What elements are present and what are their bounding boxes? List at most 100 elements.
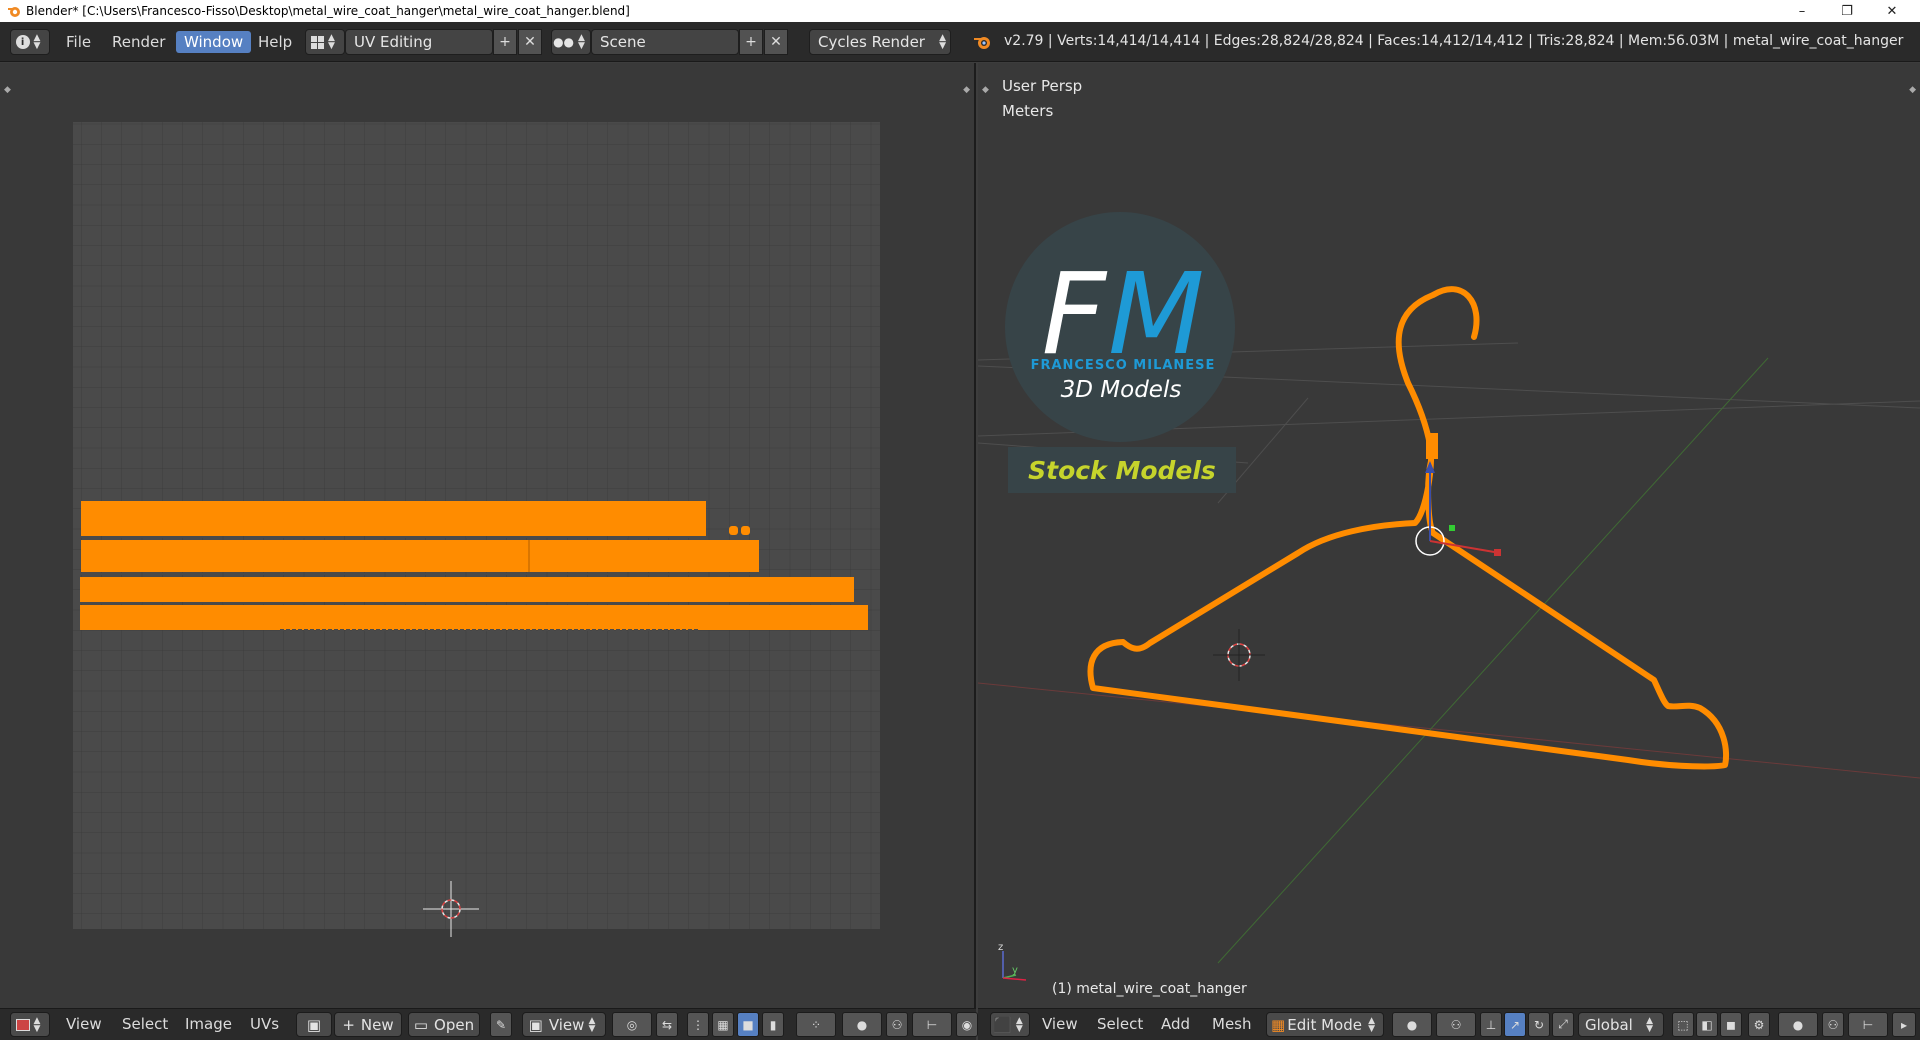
new-image-button[interactable]: + New xyxy=(334,1012,402,1037)
delete-screen-button[interactable]: ✕ xyxy=(518,29,542,55)
rotate-manipulator-icon[interactable]: ↻ xyxy=(1528,1012,1550,1037)
scene-type-button[interactable]: ●● ▲ ▼ xyxy=(551,29,591,55)
chevron-updown-icon: ▲ ▼ xyxy=(939,33,946,51)
limit-selection-icon[interactable]: ⚙ xyxy=(1748,1012,1770,1037)
close-icon: ✕ xyxy=(524,34,536,50)
vertex-select-icon[interactable]: ⬚ xyxy=(1672,1012,1694,1037)
translate-manipulator-icon[interactable]: ↗ xyxy=(1504,1012,1526,1037)
menu-select[interactable]: Select xyxy=(122,1015,168,1033)
edge-select-icon[interactable]: ◧ xyxy=(1696,1012,1718,1037)
pin-icon[interactable]: ✎ xyxy=(490,1012,512,1037)
vertex-select-icon[interactable]: ⋮ xyxy=(687,1012,709,1037)
new-image-label: New xyxy=(360,1015,394,1034)
add-scene-button[interactable]: + xyxy=(739,29,763,55)
uv-image-editor[interactable]: ◆ ◆ xyxy=(0,63,976,1008)
menu-image[interactable]: Image xyxy=(185,1015,232,1033)
active-object-label: (1) metal_wire_coat_hanger xyxy=(1052,981,1247,997)
snap-icon[interactable]: ⚇ xyxy=(886,1012,908,1037)
chevron-updown-icon: ▲ ▼ xyxy=(33,1015,41,1034)
restore-button[interactable]: ❐ xyxy=(1825,0,1869,22)
render-engine-label: Cycles Render xyxy=(818,33,925,51)
menu-select[interactable]: Select xyxy=(1097,1015,1143,1033)
mode-label: Edit Mode xyxy=(1287,1015,1362,1034)
minimize-button[interactable]: – xyxy=(1780,0,1824,22)
viewport-shading-select[interactable]: ● xyxy=(1392,1012,1432,1037)
menu-mesh[interactable]: Mesh xyxy=(1212,1015,1252,1033)
image-icon: ▣ xyxy=(306,1015,322,1034)
close-icon: ✕ xyxy=(770,34,782,50)
chevron-updown-icon: ▲ ▼ xyxy=(1646,1015,1653,1034)
editor-type-selector[interactable]: ⬛ ▲ ▼ xyxy=(990,1012,1030,1037)
3d-cursor-icon[interactable] xyxy=(1213,629,1265,681)
face-select-icon[interactable]: ◼ xyxy=(1720,1012,1742,1037)
open-image-label: Open xyxy=(434,1015,475,1034)
scale-manipulator-icon[interactable]: ⤢ xyxy=(1552,1012,1574,1037)
orientation-label: Global xyxy=(1585,1015,1633,1034)
scene-label: Scene xyxy=(600,33,646,51)
blender-window: Blender* [C:\Users\Francesco-Fisso\Deskt… xyxy=(0,0,1920,1040)
sync-selection-icon[interactable]: ⇆ xyxy=(656,1012,678,1037)
screen-layout-label: UV Editing xyxy=(354,33,433,51)
info-icon: i xyxy=(15,35,30,49)
snap-element-select[interactable]: ⊢ xyxy=(1848,1012,1888,1037)
window-title: Blender* [C:\Users\Francesco-Fisso\Deskt… xyxy=(26,4,630,18)
open-image-button[interactable]: ▭ Open xyxy=(408,1012,480,1037)
plus-icon: + xyxy=(745,34,757,50)
proportional-edit-select[interactable]: ● xyxy=(1778,1012,1818,1037)
menu-window[interactable]: Window xyxy=(176,31,252,53)
chevron-updown-icon: ▲ ▼ xyxy=(588,1015,596,1034)
blender-logo-icon xyxy=(973,34,991,54)
plus-icon: + xyxy=(342,1015,355,1034)
screen-layout-field[interactable]: UV Editing xyxy=(345,29,493,55)
editor-type-selector[interactable]: ▲ ▼ xyxy=(10,1012,50,1037)
screen-layout-type-button[interactable]: ▲ ▼ xyxy=(305,29,345,55)
cube-icon: ⬛ xyxy=(993,1015,1012,1034)
x-axis-line xyxy=(978,682,1920,779)
view-mode-select[interactable]: ▣ View ▲ ▼ xyxy=(522,1012,606,1037)
pivot-point-select[interactable]: ⚇ xyxy=(1436,1012,1476,1037)
transform-orientation-select[interactable]: Global ▲ ▼ xyxy=(1578,1012,1664,1037)
y-axis-line xyxy=(1217,357,1769,964)
chevron-updown-icon: ▲ ▼ xyxy=(1015,1015,1023,1034)
plus-icon: + xyxy=(499,34,511,50)
manipulator-toggle-icon[interactable]: ⊥ xyxy=(1480,1012,1502,1037)
browse-image-button[interactable]: ▣ xyxy=(296,1012,332,1037)
info-header: i ▲ ▼ File Render Window Help ▲ ▼ UV Editi… xyxy=(0,22,1920,62)
menu-view[interactable]: View xyxy=(66,1015,102,1033)
editor-type-selector[interactable]: i ▲ ▼ xyxy=(10,29,50,55)
sticky-select-mode[interactable]: ⁘ xyxy=(796,1012,836,1037)
title-bar: Blender* [C:\Users\Francesco-Fisso\Deskt… xyxy=(0,0,1920,22)
menu-render[interactable]: Render xyxy=(104,31,173,53)
render-engine-select[interactable]: Cycles Render ▲ ▼ xyxy=(809,29,951,55)
island-select-icon[interactable]: ▮ xyxy=(762,1012,784,1037)
uv-more-icon[interactable]: ◉ xyxy=(956,1012,978,1037)
menu-uvs[interactable]: UVs xyxy=(250,1015,279,1033)
proportional-edit-select[interactable]: ● xyxy=(842,1012,882,1037)
delete-scene-button[interactable]: ✕ xyxy=(764,29,788,55)
view-icon: ▣ xyxy=(528,1015,543,1034)
uv-editor-header: ▲ ▼ View Select Image UVs ▣ + New ▭ Open ✎ … xyxy=(0,1008,978,1040)
more-options-icon[interactable]: ▸ xyxy=(1892,1012,1916,1037)
pivot-select[interactable]: ◎ xyxy=(612,1012,652,1037)
add-screen-button[interactable]: + xyxy=(493,29,517,55)
scene-statistics: v2.79 | Verts:14,414/14,414 | Edges:28,8… xyxy=(1004,33,1904,49)
logo-name: FRANCESCO MILANESE xyxy=(1031,358,1216,373)
menu-file[interactable]: File xyxy=(58,31,99,53)
scene-field[interactable]: Scene xyxy=(591,29,739,55)
face-select-icon[interactable]: ■ xyxy=(737,1012,759,1037)
folder-icon: ▭ xyxy=(413,1015,429,1034)
close-button[interactable]: ✕ xyxy=(1870,0,1914,22)
axis-indicator: z y xyxy=(998,942,1027,981)
mode-select[interactable]: ▦ Edit Mode ▲ ▼ xyxy=(1266,1012,1384,1037)
menu-add[interactable]: Add xyxy=(1161,1015,1190,1033)
scene-icon: ●● xyxy=(553,35,575,49)
3d-viewport[interactable]: ◆ ◆ User Persp Meters F M FRANCESCO MILA… xyxy=(978,63,1920,1008)
snap-element-select[interactable]: ⊢ xyxy=(912,1012,952,1037)
blender-logo-icon xyxy=(6,3,22,19)
edge-select-icon[interactable]: ▦ xyxy=(712,1012,734,1037)
menu-view[interactable]: View xyxy=(1042,1015,1078,1033)
snap-icon[interactable]: ⚇ xyxy=(1822,1012,1844,1037)
viewport-scene[interactable]: F M FRANCESCO MILANESE 3D Models Stock M… xyxy=(978,63,1920,1008)
uv-canvas[interactable] xyxy=(0,63,976,1008)
menu-help[interactable]: Help xyxy=(250,31,300,53)
